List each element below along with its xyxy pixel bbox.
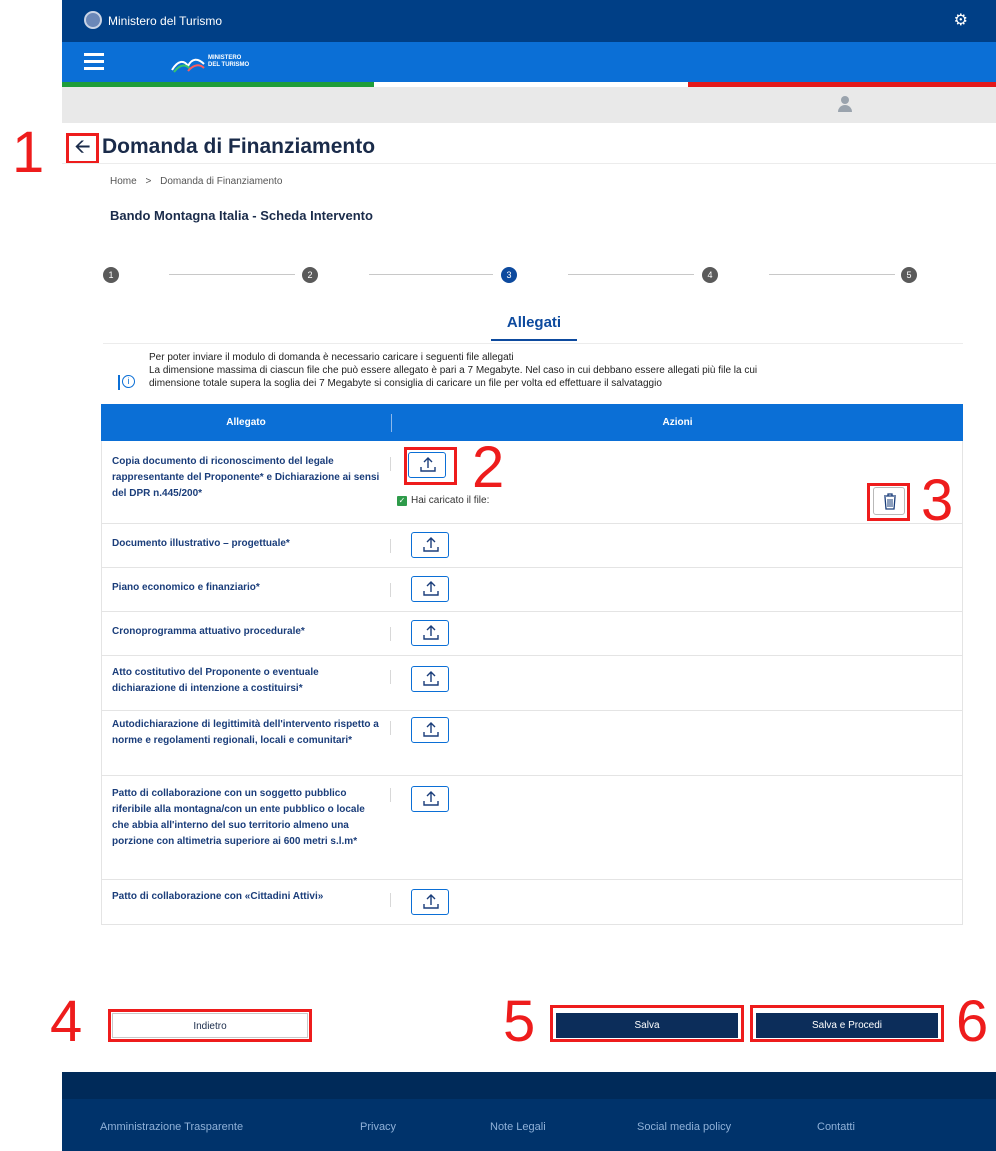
annotation-number-4: 4 [50,989,83,1054]
annotation-number-1: 1 [12,120,45,185]
upload-button[interactable] [411,666,449,692]
upload-button[interactable] [411,532,449,558]
step-5: 5 [901,267,917,283]
form-subtitle: Bando Montagna Italia - Scheda Intervent… [110,208,373,223]
footer-band [62,1072,996,1099]
progress-stepper: 1 2 3 4 5 [103,265,925,285]
annotation-box-5 [550,1005,744,1042]
logo-mark-icon [171,58,205,73]
attachment-label: Cronoprogramma attuativo procedurale* [112,626,305,637]
italian-emblem-icon [84,11,102,29]
breadcrumb-current: Domanda di Finanziamento [160,176,283,187]
table-row: Piano economico e finanziario* [102,568,962,612]
table-row: Atto costitutivo del Proponente o eventu… [102,656,962,711]
table-row: Patto di collaborazione con un soggetto … [102,776,962,880]
breadcrumb: Home > Domanda di Finanziamento [110,176,282,187]
info-message: Per poter inviare il modulo di domanda è… [149,352,758,389]
upload-icon [423,722,439,737]
upload-icon [423,581,439,596]
divider [62,163,996,164]
annotation-number-6: 6 [956,989,989,1054]
section-title: Allegati [506,314,562,331]
user-icon[interactable] [838,96,852,112]
footer-link-contatti[interactable]: Contatti [817,1121,855,1133]
upload-icon [423,537,439,552]
attachment-label: Piano economico e finanziario* [112,582,260,593]
attachment-label: Atto costitutivo del Proponente o eventu… [112,667,319,694]
annotation-box-1 [66,133,99,164]
annotation-box-6 [750,1005,944,1042]
breadcrumb-home[interactable]: Home [110,176,137,187]
check-icon: ✓ [397,496,407,506]
logo-text: MINISTERO DEL TURISMO [208,55,250,68]
upload-button[interactable] [411,786,449,812]
top-bar: Ministero del Turismo ⚙ [62,0,996,42]
divider [103,343,963,344]
info-icon: i [118,374,135,391]
step-3: 3 [501,267,517,283]
step-1: 1 [103,267,119,283]
attachments-table: Copia documento di riconoscimento del le… [101,441,963,925]
table-row: Documento illustrativo – progettuale* [102,524,962,568]
upload-button[interactable] [411,576,449,602]
annotation-number-5: 5 [503,989,536,1054]
upload-icon [423,625,439,640]
breadcrumb-separator: > [145,176,152,187]
attachment-label: Patto di collaborazione con un soggetto … [112,788,365,847]
upload-button[interactable] [411,620,449,646]
annotation-box-2 [404,447,457,485]
step-2: 2 [302,267,318,283]
section-underline [491,339,577,341]
annotation-number-2: 2 [472,435,505,500]
upload-icon [423,791,439,806]
table-row: Patto di collaborazione con «Cittadini A… [102,880,962,924]
upload-button[interactable] [411,889,449,915]
attachment-label: Patto di collaborazione con «Cittadini A… [112,891,324,902]
hamburger-menu-icon[interactable] [84,53,104,71]
upload-icon [423,671,439,686]
column-header-allegato: Allegato [226,417,266,428]
upload-icon [423,894,439,909]
nav-bar: MINISTERO DEL TURISMO [62,42,996,82]
ministry-logo[interactable]: MINISTERO DEL TURISMO [170,52,280,76]
footer-link-note-legali[interactable]: Note Legali [490,1121,546,1133]
table-row: Cronoprogramma attuativo procedurale* [102,612,962,656]
annotation-number-3: 3 [921,468,954,533]
footer-link-privacy[interactable]: Privacy [360,1121,396,1133]
attachment-label: Autodichiarazione di legittimità dell'in… [112,719,379,746]
upload-button[interactable] [411,717,449,743]
page-title: Domanda di Finanziamento [102,135,376,158]
footer-link-social-media[interactable]: Social media policy [637,1121,731,1133]
gear-icon[interactable]: ⚙ [954,10,968,30]
table-row: Copia documento di riconoscimento del le… [102,441,962,524]
attachment-label: Copia documento di riconoscimento del le… [112,456,380,499]
attachments-table-header: Allegato Azioni [101,404,963,441]
footer: Amministrazione Trasparente Privacy Note… [62,1099,996,1151]
attachment-label: Documento illustrativo – progettuale* [112,538,290,549]
user-bar [62,87,996,123]
ministry-name: Ministero del Turismo [108,14,223,28]
annotation-box-4 [108,1009,312,1042]
annotation-box-3 [867,483,910,521]
step-4: 4 [702,267,718,283]
footer-link-trasparenza[interactable]: Amministrazione Trasparente [100,1121,243,1133]
table-row: Autodichiarazione di legittimità dell'in… [102,711,962,776]
